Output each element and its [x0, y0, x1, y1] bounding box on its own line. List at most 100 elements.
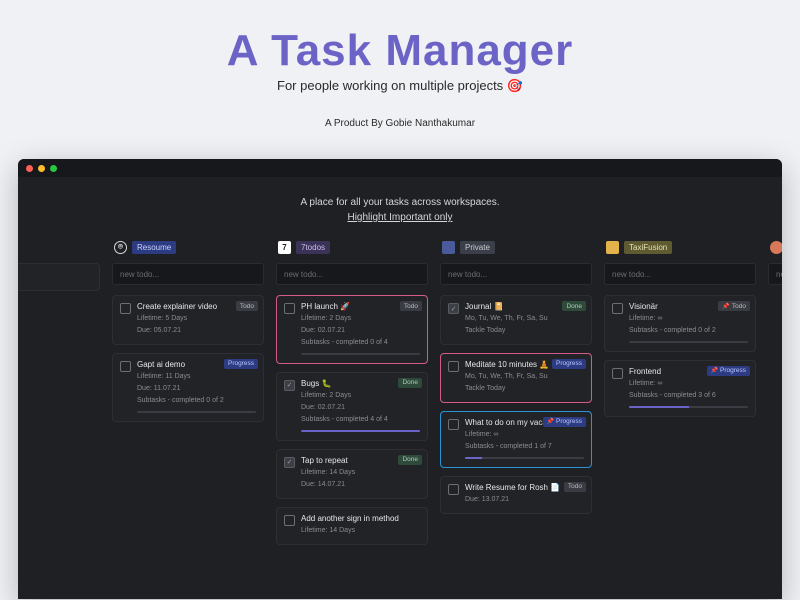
task-checkbox[interactable] — [448, 361, 459, 372]
column-header: Private — [442, 239, 592, 255]
status-badge: Todo — [564, 482, 586, 492]
task-card[interactable]: ProgressGapt ai demoLifetime: 11 DaysDue… — [112, 353, 264, 422]
task-checkbox[interactable] — [120, 303, 131, 314]
workspace-label[interactable]: 7todos — [296, 241, 330, 254]
new-todo-input[interactable]: new todo... — [604, 263, 756, 285]
workspace-column: ⌾ Resoume new todo... TodoCreate explainer … — [112, 239, 264, 553]
task-meta: Due: 02.07.21 — [301, 326, 420, 336]
hero: A Task Manager For people working on mul… — [0, 0, 800, 141]
task-meta: Lifetime: ∞ — [629, 379, 748, 389]
new-todo-input[interactable]: new todo... — [276, 263, 428, 285]
task-checkbox[interactable] — [284, 303, 295, 314]
task-card[interactable]: TodoCreate explainer videoLifetime: 5 Da… — [112, 295, 264, 345]
column-header: ⌾ Resoume — [114, 239, 264, 255]
status-label: Todo — [568, 483, 582, 490]
status-badge: Done — [398, 378, 422, 388]
status-badge: Done — [562, 301, 586, 311]
task-meta: Tackle Today — [465, 326, 584, 336]
highlight-important-link[interactable]: Highlight Important only — [18, 212, 782, 239]
workspace-icon — [442, 241, 455, 254]
pin-icon: 📌 — [711, 368, 718, 374]
task-card[interactable]: TodoWrite Resume for Rosh 📄Due: 13.07.21 — [440, 476, 592, 514]
task-meta: Due: 05.07.21 — [137, 326, 256, 336]
task-checkbox[interactable] — [612, 368, 623, 379]
task-body: Add another sign in methodLifetime: 14 D… — [301, 514, 420, 536]
task-meta: Lifetime: 2 Days — [301, 391, 420, 401]
task-checkbox[interactable] — [448, 303, 459, 314]
status-label: Done — [402, 379, 418, 386]
workspace-icon: ⌾ — [114, 241, 127, 254]
minimize-icon[interactable] — [38, 165, 45, 172]
task-card[interactable]: DoneTap to repeatLifetime: 14 DaysDue: 1… — [276, 449, 428, 499]
task-meta: Due: 02.07.21 — [301, 403, 420, 413]
maximize-icon[interactable] — [50, 165, 57, 172]
task-card[interactable] — [18, 263, 100, 291]
subtask-progress-bar — [629, 341, 748, 343]
new-todo-input[interactable]: new todo... — [768, 263, 782, 285]
task-checkbox[interactable] — [448, 419, 459, 430]
workspace-label[interactable]: Resoume — [132, 241, 176, 254]
byline: A Product By Gobie Nanthakumar — [0, 118, 800, 129]
tagline-text: A place for all your tasks across worksp… — [18, 177, 782, 212]
status-badge: Todo — [236, 301, 258, 311]
workspace-column: TaxiFusion new todo... 📌TodoVisionärLifeti… — [604, 239, 756, 553]
window-titlebar — [18, 159, 782, 177]
task-meta: Tackle Today — [465, 384, 584, 394]
status-badge: Progress — [552, 359, 586, 369]
task-checkbox[interactable] — [120, 361, 131, 372]
task-meta: Lifetime: 5 Days — [137, 314, 256, 324]
column-header — [18, 239, 100, 255]
status-label: Todo — [732, 303, 746, 310]
status-badge: 📌Progress — [543, 417, 587, 427]
task-meta: Subtasks - completed 3 of 6 — [629, 391, 748, 401]
workspace-icon — [606, 241, 619, 254]
status-label: Progress — [228, 360, 254, 367]
subtask-progress-bar — [137, 411, 256, 413]
task-card[interactable]: ProgressMeditate 10 minutes 🧘Mo, Tu, We,… — [440, 353, 592, 403]
workspace-column — [18, 239, 100, 553]
workspace-column: Private new todo... DoneJournal 📔Mo, Tu, W… — [440, 239, 592, 553]
pin-icon: 📌 — [722, 304, 729, 310]
workspace-column: 77todosnew todo...TodoPH launch 🚀Lifetim… — [276, 239, 428, 553]
task-meta: Lifetime: ∞ — [629, 314, 748, 324]
task-checkbox[interactable] — [448, 484, 459, 495]
status-badge: Todo — [400, 301, 422, 311]
task-meta: Subtasks - completed 4 of 4 — [301, 415, 420, 425]
task-card[interactable]: 📌TodoVisionärLifetime: ∞Subtasks - compl… — [604, 295, 756, 352]
task-meta: Mo, Tu, We, Th, Fr, Sa, Su — [465, 314, 584, 324]
task-card[interactable]: DoneBugs 🐛Lifetime: 2 DaysDue: 02.07.21S… — [276, 372, 428, 441]
task-checkbox[interactable] — [284, 380, 295, 391]
task-checkbox[interactable] — [612, 303, 623, 314]
task-card[interactable]: 📌ProgressWhat to do on my vacationLifeti… — [440, 411, 592, 468]
subtask-progress-bar — [465, 457, 584, 459]
task-meta: Subtasks - completed 0 of 2 — [137, 396, 256, 406]
workspace-column: new todo... — [768, 239, 782, 553]
status-label: Progress — [556, 360, 582, 367]
new-todo-input[interactable]: new todo... — [112, 263, 264, 285]
new-todo-input[interactable]: new todo... — [440, 263, 592, 285]
workspace-label[interactable]: Private — [460, 241, 495, 254]
task-card[interactable]: 📌ProgressFrontendLifetime: ∞Subtasks - c… — [604, 360, 756, 417]
status-label: Todo — [240, 303, 254, 310]
subtask-progress-bar — [301, 430, 420, 432]
task-meta: Due: 13.07.21 — [465, 495, 584, 505]
workspace-icon — [770, 241, 782, 254]
status-label: Done — [402, 456, 418, 463]
pin-icon: 📌 — [547, 419, 554, 425]
task-meta: Subtasks - completed 0 of 2 — [629, 326, 748, 336]
app-window: A place for all your tasks across worksp… — [18, 159, 782, 599]
status-badge: 📌Progress — [707, 366, 751, 376]
task-card[interactable]: Add another sign in methodLifetime: 14 D… — [276, 507, 428, 545]
task-checkbox[interactable] — [284, 515, 295, 526]
task-card[interactable]: TodoPH launch 🚀Lifetime: 2 DaysDue: 02.0… — [276, 295, 428, 364]
task-card[interactable]: DoneJournal 📔Mo, Tu, We, Th, Fr, Sa, SuT… — [440, 295, 592, 345]
page-title: A Task Manager — [0, 26, 800, 76]
workspace-label[interactable]: TaxiFusion — [624, 241, 672, 254]
status-label: Todo — [404, 303, 418, 310]
column-header: TaxiFusion — [606, 239, 756, 255]
task-meta: Subtasks - completed 1 of 7 — [465, 442, 584, 452]
task-checkbox[interactable] — [284, 457, 295, 468]
task-meta: Lifetime: 2 Days — [301, 314, 420, 324]
close-icon[interactable] — [26, 165, 33, 172]
task-meta: Subtasks - completed 0 of 4 — [301, 338, 420, 348]
